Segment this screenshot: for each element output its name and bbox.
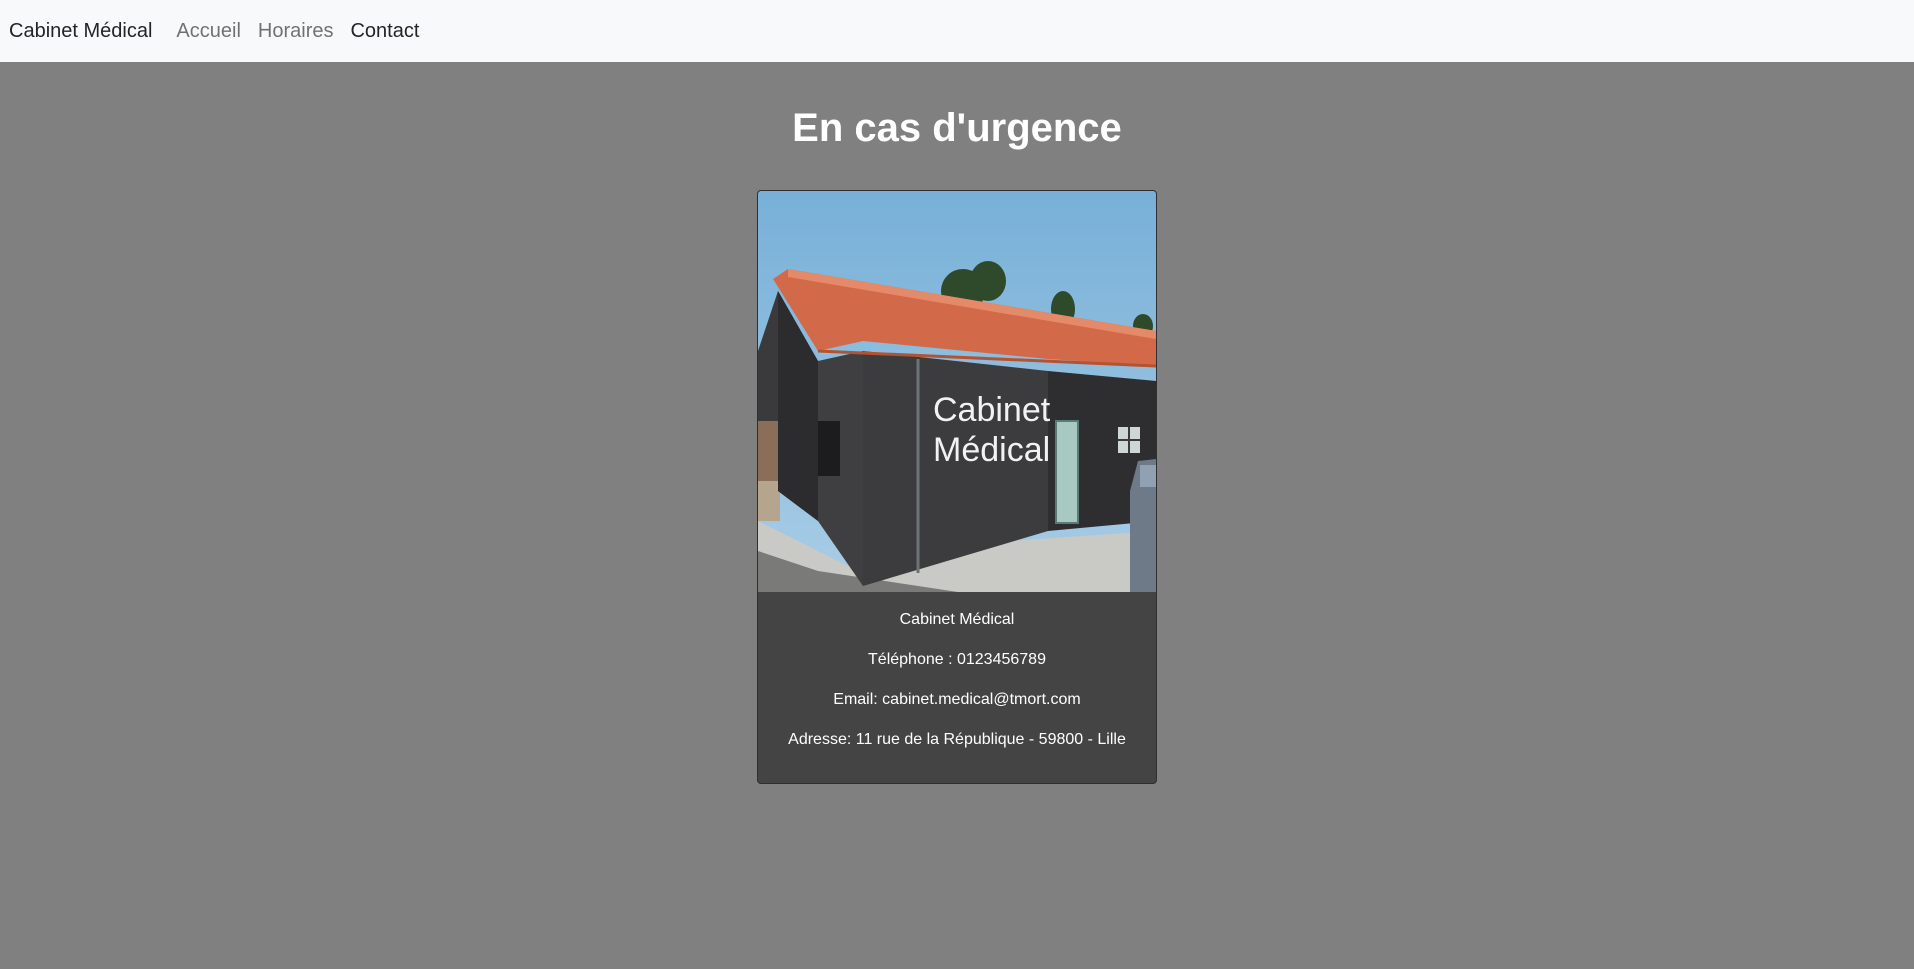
contact-card: Cabinet Médical Cabinet Médical Téléphon…: [757, 190, 1157, 784]
nav-link-contact[interactable]: Contact: [350, 20, 419, 43]
clinic-email: Email: cabinet.medical@tmort.com: [833, 691, 1081, 708]
clinic-sign-line2: Médical: [933, 431, 1050, 469]
nav-link-horaires[interactable]: Horaires: [258, 20, 334, 43]
navbar: Cabinet Médical Accueil Horaires Contact: [0, 0, 1914, 62]
clinic-name: Cabinet Médical: [899, 611, 1015, 628]
clinic-building-photo: Cabinet Médical: [758, 191, 1156, 592]
clinic-phone: Téléphone : 0123456789: [868, 651, 1046, 668]
card-body: Cabinet Médical Téléphone : 0123456789 E…: [758, 592, 1156, 760]
nav-link-accueil[interactable]: Accueil: [176, 20, 240, 43]
navbar-brand[interactable]: Cabinet Médical: [9, 20, 152, 43]
clinic-sign-line1: Cabinet: [933, 391, 1051, 429]
page-title: En cas d'urgence: [792, 106, 1122, 150]
clinic-address: Adresse: 11 rue de la République - 59800…: [788, 731, 1126, 748]
